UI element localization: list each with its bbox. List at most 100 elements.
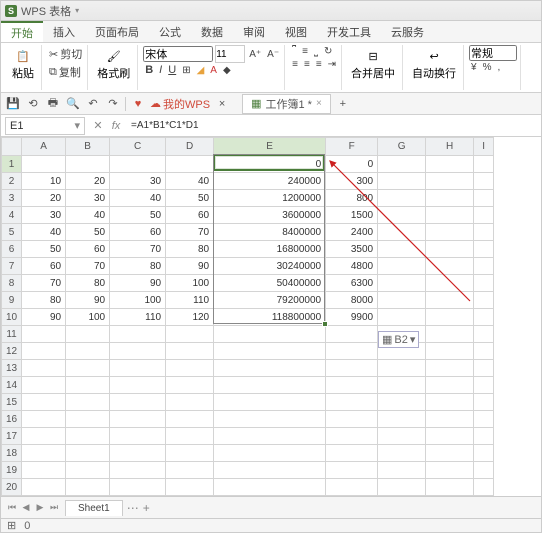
- cell-B5[interactable]: 50: [66, 224, 110, 241]
- cell-F19[interactable]: [326, 462, 378, 479]
- cell-C7[interactable]: 80: [110, 258, 166, 275]
- cell-E11[interactable]: [214, 326, 326, 343]
- bold-button[interactable]: B: [143, 63, 155, 77]
- cell-B1[interactable]: [66, 156, 110, 173]
- cell-I18[interactable]: [474, 445, 494, 462]
- col-header-H[interactable]: H: [426, 138, 474, 156]
- cell-D17[interactable]: [166, 428, 214, 445]
- align-top-icon[interactable]: ⎴: [290, 45, 298, 58]
- cell-B11[interactable]: [66, 326, 110, 343]
- cell-C12[interactable]: [110, 343, 166, 360]
- add-sheet-icon[interactable]: +: [143, 501, 150, 515]
- redo-icon[interactable]: ↷: [105, 96, 121, 112]
- row-header-9[interactable]: 9: [2, 292, 22, 309]
- cell-D12[interactable]: [166, 343, 214, 360]
- cell-C16[interactable]: [110, 411, 166, 428]
- cell-H16[interactable]: [426, 411, 474, 428]
- cell-I9[interactable]: [474, 292, 494, 309]
- cell-B4[interactable]: 40: [66, 207, 110, 224]
- fill-handle[interactable]: [322, 321, 328, 327]
- cell-E12[interactable]: [214, 343, 326, 360]
- undo-icon[interactable]: ↶: [85, 96, 101, 112]
- cell-H12[interactable]: [426, 343, 474, 360]
- cell-H18[interactable]: [426, 445, 474, 462]
- spreadsheet-grid[interactable]: ABCDEFGHI1002102030402400003003203040501…: [1, 137, 541, 515]
- cell-G5[interactable]: [378, 224, 426, 241]
- italic-button[interactable]: I: [157, 63, 164, 77]
- menu-tab-0[interactable]: 开始: [1, 21, 43, 42]
- row-header-16[interactable]: 16: [2, 411, 22, 428]
- formula-input[interactable]: =A1*B1*C1*D1: [125, 120, 541, 131]
- cell-E14[interactable]: [214, 377, 326, 394]
- menu-tab-2[interactable]: 页面布局: [85, 21, 149, 42]
- cell-F6[interactable]: 3500: [326, 241, 378, 258]
- cell-B9[interactable]: 90: [66, 292, 110, 309]
- cell-H5[interactable]: [426, 224, 474, 241]
- row-header-14[interactable]: 14: [2, 377, 22, 394]
- close-panel-icon[interactable]: ×: [214, 96, 230, 112]
- align-right-icon[interactable]: ≡: [314, 58, 324, 71]
- decrease-font-icon[interactable]: A⁻: [265, 48, 281, 61]
- cell-F5[interactable]: 2400: [326, 224, 378, 241]
- row-header-4[interactable]: 4: [2, 207, 22, 224]
- cell-A10[interactable]: 90: [22, 309, 66, 326]
- app-menu-dropdown-icon[interactable]: ▾: [75, 6, 79, 15]
- cell-B17[interactable]: [66, 428, 110, 445]
- cell-A9[interactable]: 80: [22, 292, 66, 309]
- next-sheet-icon[interactable]: ▶: [33, 501, 47, 515]
- chevron-down-icon[interactable]: ▾: [74, 119, 80, 132]
- row-header-17[interactable]: 17: [2, 428, 22, 445]
- cell-F4[interactable]: 1500: [326, 207, 378, 224]
- cut-button[interactable]: ✂剪切: [47, 45, 84, 63]
- cell-G10[interactable]: [378, 309, 426, 326]
- cell-D5[interactable]: 70: [166, 224, 214, 241]
- cell-G1[interactable]: [378, 156, 426, 173]
- cell-B6[interactable]: 60: [66, 241, 110, 258]
- cell-C20[interactable]: [110, 479, 166, 496]
- cell-I12[interactable]: [474, 343, 494, 360]
- cell-I3[interactable]: [474, 190, 494, 207]
- cell-F16[interactable]: [326, 411, 378, 428]
- menu-tab-7[interactable]: 开发工具: [317, 21, 381, 42]
- cell-C13[interactable]: [110, 360, 166, 377]
- cell-E3[interactable]: 1200000: [214, 190, 326, 207]
- cell-H13[interactable]: [426, 360, 474, 377]
- cell-I5[interactable]: [474, 224, 494, 241]
- menu-tab-8[interactable]: 云服务: [381, 21, 434, 42]
- cell-F3[interactable]: 800: [326, 190, 378, 207]
- cell-C10[interactable]: 110: [110, 309, 166, 326]
- cell-E4[interactable]: 3600000: [214, 207, 326, 224]
- col-header-G[interactable]: G: [378, 138, 426, 156]
- cell-F20[interactable]: [326, 479, 378, 496]
- cell-G4[interactable]: [378, 207, 426, 224]
- cell-E15[interactable]: [214, 394, 326, 411]
- cell-D10[interactable]: 120: [166, 309, 214, 326]
- cell-C6[interactable]: 70: [110, 241, 166, 258]
- cell-D19[interactable]: [166, 462, 214, 479]
- row-header-7[interactable]: 7: [2, 258, 22, 275]
- cell-I19[interactable]: [474, 462, 494, 479]
- row-header-8[interactable]: 8: [2, 275, 22, 292]
- cell-A14[interactable]: [22, 377, 66, 394]
- cell-E5[interactable]: 8400000: [214, 224, 326, 241]
- cell-H3[interactable]: [426, 190, 474, 207]
- row-header-15[interactable]: 15: [2, 394, 22, 411]
- cell-D7[interactable]: 90: [166, 258, 214, 275]
- currency-icon[interactable]: ¥: [469, 61, 479, 74]
- row-header-19[interactable]: 19: [2, 462, 22, 479]
- cell-F15[interactable]: [326, 394, 378, 411]
- cell-E2[interactable]: 240000: [214, 173, 326, 190]
- col-header-C[interactable]: C: [110, 138, 166, 156]
- col-header-F[interactable]: F: [326, 138, 378, 156]
- cell-I20[interactable]: [474, 479, 494, 496]
- cell-G18[interactable]: [378, 445, 426, 462]
- cell-F11[interactable]: [326, 326, 378, 343]
- cell-B20[interactable]: [66, 479, 110, 496]
- wrap-text-button[interactable]: ↩ 自动换行: [408, 45, 460, 83]
- align-left-icon[interactable]: ≡: [290, 58, 300, 71]
- col-header-B[interactable]: B: [66, 138, 110, 156]
- menu-tab-3[interactable]: 公式: [149, 21, 191, 42]
- cell-H6[interactable]: [426, 241, 474, 258]
- cell-F1[interactable]: 0: [326, 156, 378, 173]
- cell-G7[interactable]: [378, 258, 426, 275]
